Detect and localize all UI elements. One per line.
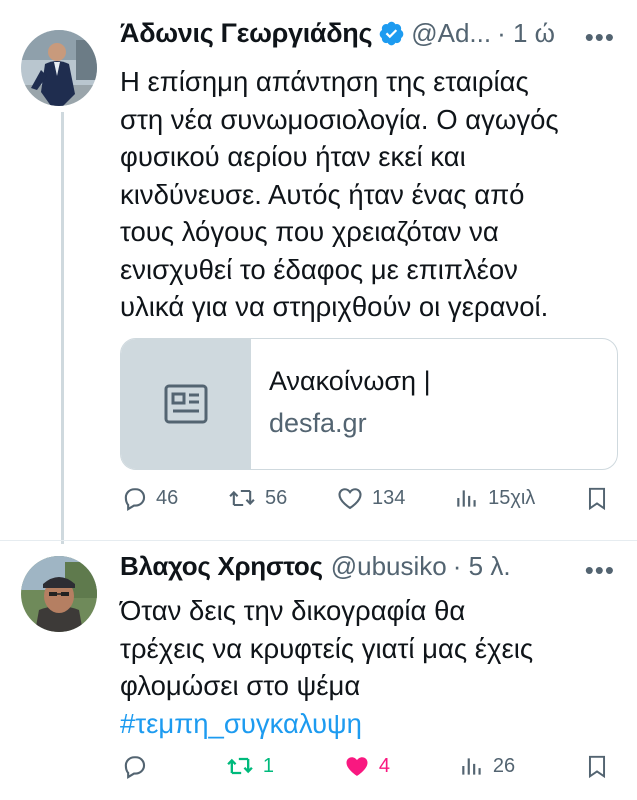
link-card-title: Ανακοίνωση |: [269, 366, 431, 396]
views-button[interactable]: 26: [459, 752, 515, 780]
reply-button[interactable]: 46: [120, 484, 178, 512]
tweet-line: τρέχεις να κρυφτείς γιατί μας έχεις: [120, 632, 534, 664]
like-count: 4: [378, 754, 390, 777]
tweet-line: Η επίσημη απάντηση της εταιρίας: [120, 66, 529, 97]
hashtag-link[interactable]: #τεμπη_συγκαλυψη: [120, 705, 620, 743]
author-handle[interactable]: @Ad...: [411, 18, 491, 49]
tweet-header: Βλαχος Χρηστος @ubusiko · 5 λ.: [120, 551, 511, 582]
retweet-icon: [229, 489, 255, 507]
bookmark-button[interactable]: [584, 484, 610, 512]
avatar[interactable]: [21, 556, 97, 632]
bookmark-icon: [588, 755, 606, 779]
tweet-line: φυσικού αερίου ήταν εκεί και: [120, 141, 466, 172]
reply-icon: [124, 488, 146, 511]
like-count: 134: [371, 486, 406, 509]
thread-connector-line: [61, 112, 64, 544]
like-button[interactable]: 134: [336, 484, 405, 512]
like-button[interactable]: 4: [343, 752, 390, 780]
avatar-photo-vlachos: [21, 556, 97, 632]
tweet-line: φλομώσει στο ψέμα: [120, 670, 361, 701]
reply-icon: [124, 756, 146, 779]
tweet-actions: 46 56 134 15χιλ: [120, 484, 610, 512]
verified-badge-icon: [379, 21, 404, 46]
heart-icon: [338, 488, 362, 510]
author-name[interactable]: Βλαχος Χρηστος: [120, 551, 323, 582]
tweet-line: ενισχυθεί το έδαφος με επιπλέον: [120, 253, 518, 285]
retweet-count: 1: [262, 754, 274, 777]
author-handle[interactable]: @ubusiko: [331, 551, 447, 582]
link-preview-card[interactable]: Ανακοίνωση | desfa.gr: [120, 338, 618, 470]
tweet-line: υλικά για να στηριχθούν οι γερανοί.: [120, 291, 549, 322]
tweet-body: Όταν δεις την δικογραφία θα τρέχεις να κ…: [120, 592, 620, 742]
tweet-timestamp[interactable]: · 1 ώ: [497, 18, 555, 49]
avatar-photo-adonis: [21, 30, 97, 106]
reply-count: 46: [156, 486, 179, 509]
link-card-thumbnail: [121, 339, 251, 469]
avatar[interactable]: [21, 30, 97, 106]
tweet-actions: 1 4 26: [120, 752, 610, 780]
bookmark-button[interactable]: [584, 752, 610, 780]
retweet-button[interactable]: 1: [225, 752, 274, 780]
bookmark-icon: [588, 487, 606, 511]
author-name[interactable]: Άδωνις Γεωργιάδης: [120, 18, 373, 49]
tweet-body: Η επίσημη απάντηση της εταιρίας στη νέα …: [120, 63, 620, 326]
more-options-icon[interactable]: •••: [585, 22, 615, 53]
views-count: 15χιλ: [488, 486, 536, 509]
views-count: 26: [492, 754, 516, 777]
reply-button[interactable]: [120, 752, 156, 780]
tweet-line: τους λόγους που χρειαζόταν να: [120, 216, 499, 247]
retweet-count: 56: [264, 486, 288, 509]
tweet-timestamp[interactable]: · 5 λ.: [453, 551, 511, 582]
heart-filled-icon: [346, 757, 368, 776]
retweet-icon: [227, 757, 253, 775]
tweet-header: Άδωνις Γεωργιάδης @Ad... · 1 ώ: [120, 18, 555, 49]
retweet-button[interactable]: 56: [227, 484, 287, 512]
tweet-line: κινδύνευσε. Αυτός ήταν ένας από: [120, 178, 525, 210]
article-icon: [164, 384, 208, 424]
tweet-line: στη νέα συνωμοσιολογία. Ο αγωγός: [120, 103, 559, 135]
tweet-divider: [0, 540, 637, 541]
analytics-icon: [457, 490, 476, 507]
more-options-icon[interactable]: •••: [585, 555, 615, 586]
views-button[interactable]: 15χιλ: [454, 484, 535, 512]
tweet-line: Όταν δεις την δικογραφία θα: [120, 595, 466, 626]
analytics-icon: [462, 758, 481, 775]
link-card-domain: desfa.gr: [269, 408, 367, 438]
